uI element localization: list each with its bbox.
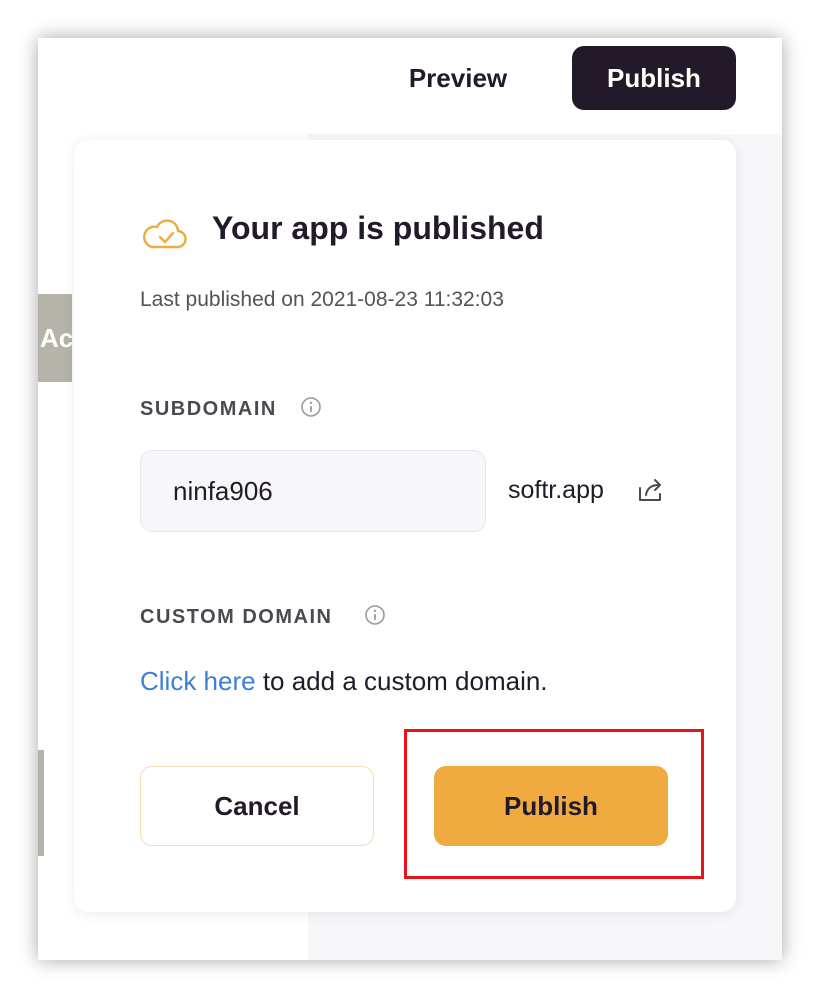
custom-domain-link[interactable]: Click here (140, 666, 256, 696)
publish-header-button[interactable]: Publish (572, 46, 736, 110)
custom-domain-rest: to add a custom domain. (255, 666, 548, 696)
info-icon[interactable] (364, 604, 386, 626)
modal-title: Your app is published (212, 210, 544, 246)
domain-suffix: softr.app (508, 476, 604, 504)
cloud-check-icon (143, 219, 187, 249)
info-icon[interactable] (300, 396, 322, 418)
publish-button[interactable]: Publish (434, 766, 668, 846)
top-bar: Preview Publish (38, 38, 782, 134)
share-external-icon[interactable] (636, 476, 666, 504)
preview-button[interactable]: Preview (390, 46, 526, 110)
custom-domain-label: CUSTOM DOMAIN (140, 606, 333, 628)
publish-modal: Your app is published Last published on … (74, 140, 736, 912)
background-tab-text: Ac (40, 322, 72, 353)
subdomain-label: SUBDOMAIN (140, 398, 277, 420)
cancel-button[interactable]: Cancel (140, 766, 374, 846)
subdomain-input[interactable]: ninfa906 (140, 450, 486, 532)
background-tab: Ac (38, 294, 72, 382)
last-published-text: Last published on 2021-08-23 11:32:03 (140, 288, 504, 311)
app-window: Preview Publish Ac Your app is published… (38, 38, 782, 960)
custom-domain-text: Click here to add a custom domain. (140, 666, 548, 697)
background-strip (38, 750, 44, 856)
